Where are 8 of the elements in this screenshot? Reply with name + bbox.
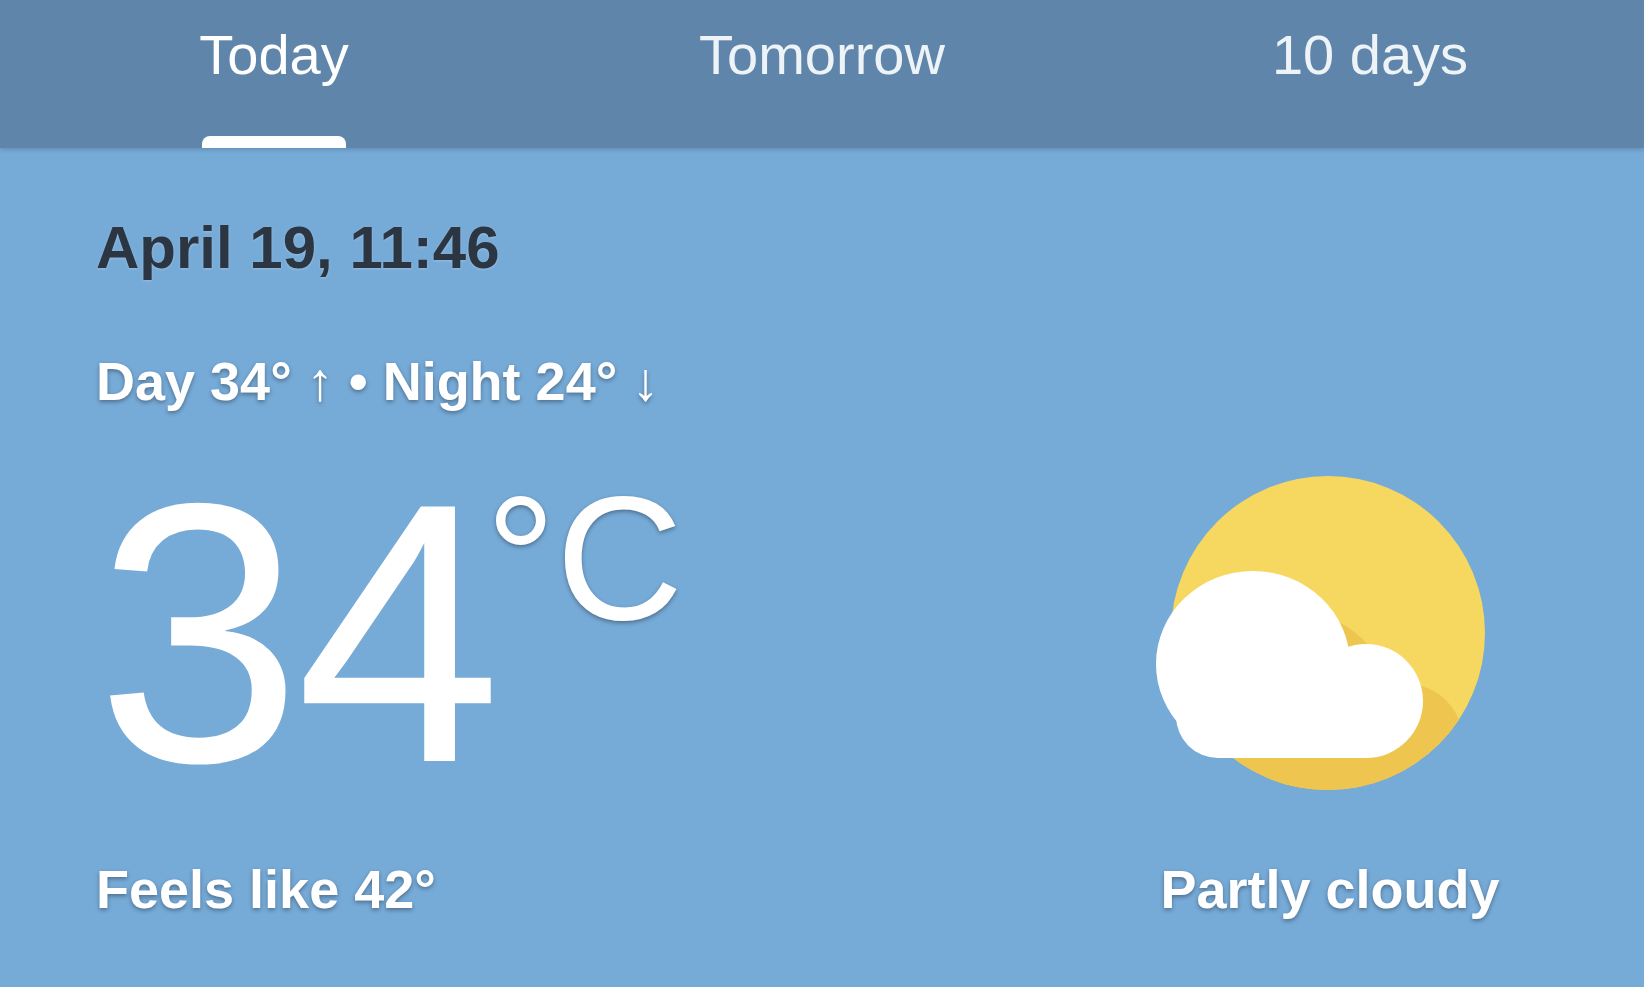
day-night-temperatures: Day 34° ↑ • Night 24° ↓: [96, 350, 660, 413]
feels-like: Feels like 42°: [96, 858, 436, 921]
tab[interactable]: 10 days: [1255, 20, 1485, 90]
tab[interactable]: Tomorrow: [683, 20, 961, 90]
tab[interactable]: Today: [183, 20, 365, 90]
condition-label: Partly cloudy: [1160, 858, 1500, 921]
date-time: April 19, 11:46: [96, 213, 500, 283]
sun-behind-cloud-icon: [1156, 476, 1486, 791]
